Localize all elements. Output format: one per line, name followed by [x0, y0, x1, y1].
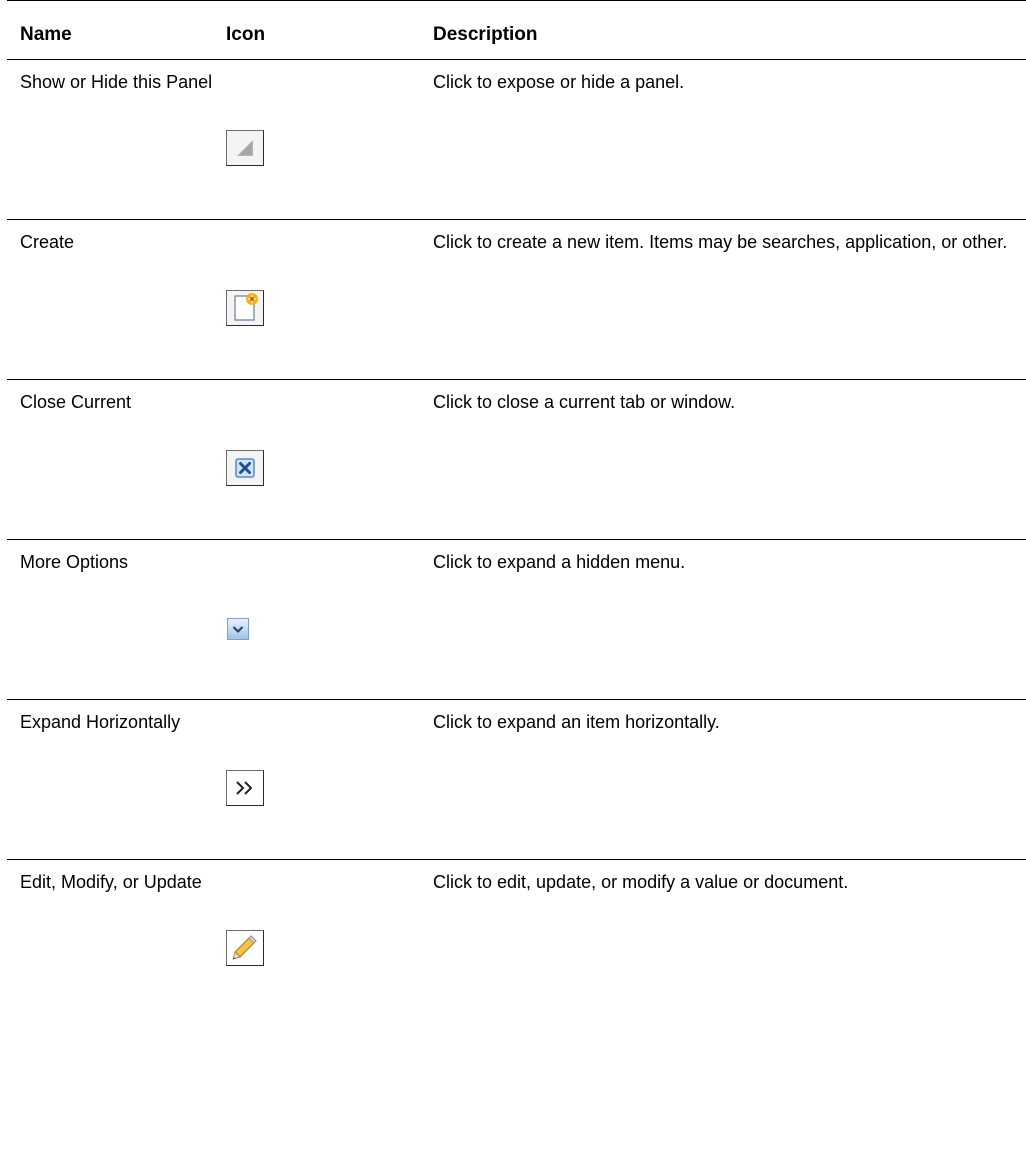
close-icon: [226, 450, 264, 486]
row-name: More Options: [7, 539, 213, 700]
column-header-name: Name: [7, 0, 213, 60]
table-row: Expand Horizontally Click to expand an i…: [7, 699, 1026, 860]
row-description: Click to expand a hidden menu.: [420, 539, 1026, 700]
icon-reference-table: Name Icon Description Show or Hide this …: [7, 0, 1026, 1020]
row-name: Create: [7, 219, 213, 380]
row-name: Show or Hide this Panel: [7, 59, 213, 220]
create-icon: [226, 290, 264, 326]
row-icon-cell: [213, 379, 420, 540]
row-icon-cell: [213, 59, 420, 220]
show-hide-panel-icon: [226, 130, 264, 166]
edit-icon: [226, 930, 264, 966]
row-icon-cell: [213, 860, 420, 1020]
table-row: More Options Click to expand a hidden me…: [7, 539, 1026, 700]
more-options-icon: [227, 618, 249, 640]
table-row: Edit, Modify, or Update Click to edit, u…: [7, 860, 1026, 1020]
row-description: Click to edit, update, or modify a value…: [433, 872, 849, 892]
row-icon-cell: [213, 539, 420, 700]
column-header-icon: Icon: [213, 0, 420, 60]
row-name: Close Current: [7, 379, 213, 540]
row-description: Click to create a new item. Items may be…: [420, 219, 1026, 380]
row-icon-cell: [213, 219, 420, 380]
column-header-description: Description: [420, 0, 1026, 60]
row-name: Expand Horizontally: [7, 699, 213, 860]
icon-reference-page: Name Icon Description Show or Hide this …: [7, 0, 1026, 1020]
table-row: Create Click to create a new item. Items…: [7, 219, 1026, 380]
row-icon-cell: [213, 699, 420, 860]
table-header-row: Name Icon Description: [7, 0, 1026, 60]
row-description: Click to expose or hide a panel.: [420, 59, 1026, 220]
table-row: Close Current Click to close a current t…: [7, 379, 1026, 540]
table-row: Show or Hide this Panel Click to expose …: [7, 59, 1026, 220]
row-description: Click to close a current tab or window.: [420, 379, 1026, 540]
expand-horizontally-icon: [226, 770, 264, 806]
row-name: Edit, Modify, or Update: [20, 872, 202, 892]
row-description: Click to expand an item horizontally.: [420, 699, 1026, 860]
